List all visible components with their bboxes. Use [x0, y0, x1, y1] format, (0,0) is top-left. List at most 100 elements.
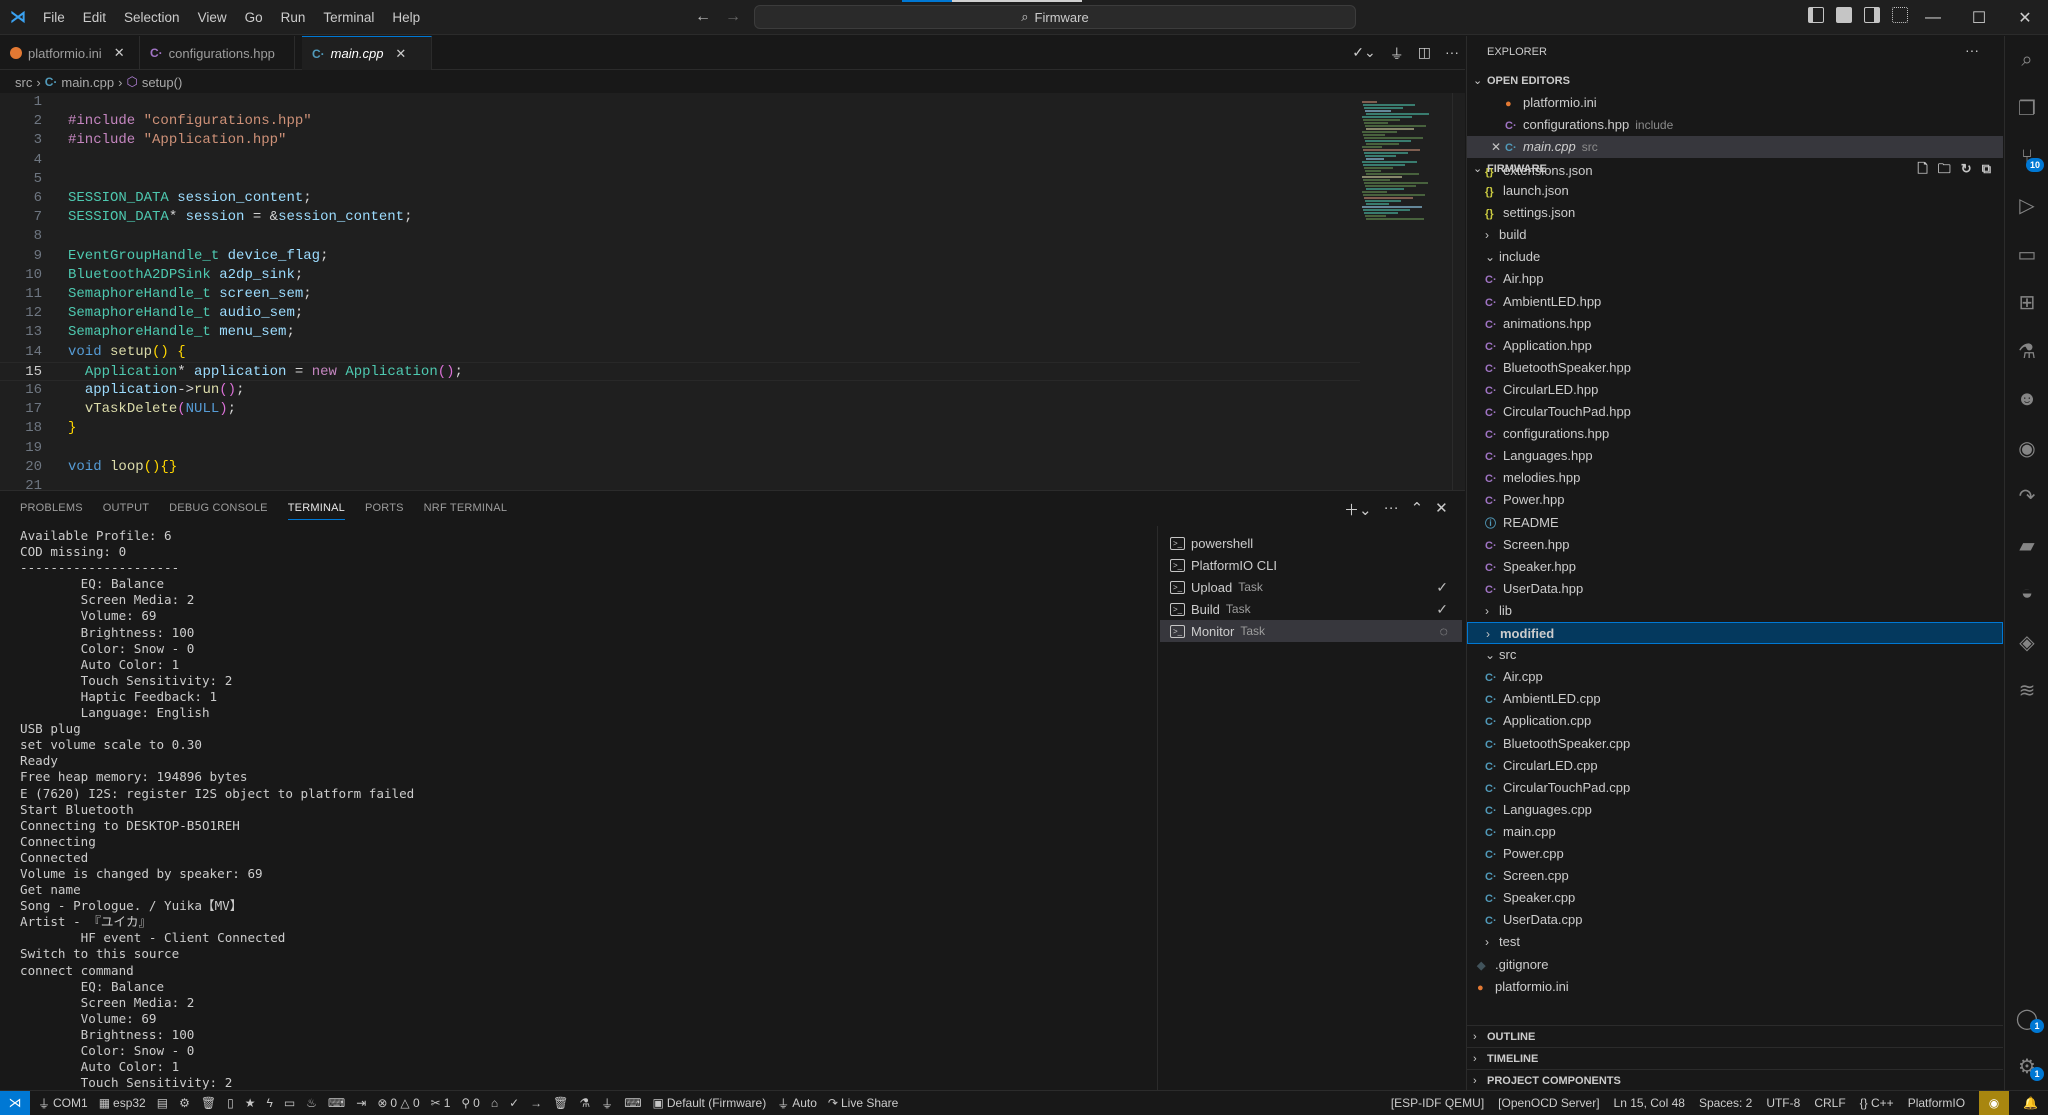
file-item[interactable]: C· configurations.hpp: [1467, 423, 2003, 445]
file-item[interactable]: C· BluetoothSpeaker.hpp: [1467, 357, 2003, 379]
status-item[interactable]: Ln 15, Col 48: [1614, 1096, 1685, 1110]
menu-view[interactable]: View: [189, 10, 236, 25]
code-line[interactable]: 9 EventGroupHandle_t device_flag;: [0, 247, 1360, 266]
file-item[interactable]: C· AmbientLED.hpp: [1467, 291, 2003, 313]
panel-tab-debug-console[interactable]: DEBUG CONSOLE: [159, 491, 278, 526]
code-line[interactable]: 15 Application* application = new Applic…: [0, 361, 1360, 381]
status-settings[interactable]: ⚙: [179, 1096, 190, 1110]
activity-source-control[interactable]: ⑂ 10: [2005, 135, 2048, 179]
menu-file[interactable]: File: [34, 10, 74, 25]
activity-accounts[interactable]: ◯ 1: [2005, 996, 2048, 1040]
menu-run[interactable]: Run: [272, 10, 315, 25]
activity-search[interactable]: ⌕: [2005, 38, 2048, 82]
status-import[interactable]: ⇥: [356, 1096, 366, 1110]
menu-selection[interactable]: Selection: [115, 10, 189, 25]
file-item[interactable]: C· AmbientLED.cpp: [1467, 688, 2003, 710]
status-folder[interactable]: ▤: [157, 1096, 168, 1110]
status-home[interactable]: ⌂: [491, 1096, 498, 1110]
terminal-item-build[interactable]: >_ Build Task ✓: [1160, 598, 1462, 620]
file-item[interactable]: C· Speaker.cpp: [1467, 887, 2003, 909]
maximize-icon[interactable]: ☐: [1956, 0, 2002, 35]
file-item[interactable]: C· Languages.cpp: [1467, 799, 2003, 821]
panel-tab-terminal[interactable]: TERMINAL: [278, 491, 355, 526]
file-item[interactable]: C· Power.hpp: [1467, 489, 2003, 511]
split-editor-icon[interactable]: ◫: [1418, 44, 1431, 64]
code-line[interactable]: 20 void loop(){}: [0, 458, 1360, 477]
status-build[interactable]: ✓: [509, 1096, 519, 1110]
more-actions-icon[interactable]: ···: [1965, 42, 1979, 58]
section-timeline[interactable]: › TIMELINE: [1467, 1047, 2003, 1069]
status-auto[interactable]: ⏚ Auto: [777, 1095, 817, 1112]
status-item[interactable]: PlatformIO: [1908, 1096, 1965, 1110]
folder-item[interactable]: › lib: [1467, 600, 2003, 622]
file-item[interactable]: C· CircularTouchPad.cpp: [1467, 777, 2003, 799]
file-item[interactable]: C· UserData.cpp: [1467, 909, 2003, 931]
status-tools[interactable]: ✂ 1: [431, 1096, 451, 1110]
status-bolt[interactable]: ϟ: [266, 1096, 272, 1110]
code-line[interactable]: 8: [0, 227, 1360, 246]
status-env[interactable]: ▣ Default (Firmware): [653, 1096, 767, 1110]
activity-explorer[interactable]: ❐: [2005, 87, 2048, 131]
notifications-button[interactable]: 🔔: [2023, 1096, 2048, 1110]
status-flash[interactable]: ▯: [227, 1096, 234, 1110]
close-icon[interactable]: ✕: [1491, 136, 1505, 158]
activity-esp-idf[interactable]: ◈: [2005, 620, 2048, 664]
code-line[interactable]: 16 application->run();: [0, 381, 1360, 400]
code-line[interactable]: 19: [0, 439, 1360, 458]
code-line[interactable]: 13 SemaphoreHandle_t menu_sem;: [0, 323, 1360, 342]
code-editor[interactable]: 1 2 #include "configurations.hpp" 3 #include…: [0, 93, 1465, 494]
activity-github[interactable]: ◉: [2005, 426, 2048, 470]
status-test[interactable]: ⚗: [579, 1096, 590, 1110]
minimap[interactable]: [1360, 93, 1450, 233]
panel-tab-ports[interactable]: PORTS: [355, 491, 414, 526]
tab-platformio-ini[interactable]: platformio.ini ✕: [0, 36, 140, 70]
code-line[interactable]: 5: [0, 170, 1360, 189]
code-line[interactable]: 3 #include "Application.hpp": [0, 131, 1360, 150]
tab-main-cpp[interactable]: C· main.cpp ✕: [302, 36, 432, 70]
file-item[interactable]: {} launch.json: [1467, 180, 2003, 202]
activity-docker[interactable]: ▰: [2005, 523, 2048, 567]
section-project-components[interactable]: › PROJECT COMPONENTS: [1467, 1069, 2003, 1091]
status-item[interactable]: {} C++: [1860, 1096, 1894, 1110]
file-item[interactable]: C· CircularLED.cpp: [1467, 755, 2003, 777]
folder-item[interactable]: › modified: [1467, 622, 2003, 644]
close-panel-icon[interactable]: ✕: [1435, 499, 1448, 520]
activity-live-share[interactable]: ↷: [2005, 475, 2048, 519]
code-line[interactable]: 6 SESSION_DATA session_content;: [0, 189, 1360, 208]
platformio-build-icon[interactable]: ✓⌄: [1352, 44, 1375, 64]
code-line[interactable]: 14 void setup() {: [0, 343, 1360, 362]
terminal-item-upload[interactable]: >_ Upload Task ✓: [1160, 576, 1462, 598]
status-board[interactable]: ▦ esp32: [99, 1096, 146, 1110]
file-item[interactable]: C· Speaker.hpp: [1467, 556, 2003, 578]
toggle-panel-icon[interactable]: [1836, 7, 1852, 23]
file-item[interactable]: {} settings.json: [1467, 202, 2003, 224]
file-item[interactable]: ⓘ README: [1467, 512, 2003, 534]
terminal-item-platformio-cli[interactable]: >_ PlatformIO CLI: [1160, 554, 1462, 576]
file-item[interactable]: {} extensions.json: [1467, 168, 2003, 180]
file-item[interactable]: C· main.cpp: [1467, 821, 2003, 843]
code-line[interactable]: 1: [0, 93, 1360, 112]
status-item[interactable]: CRLF: [1814, 1096, 1845, 1110]
more-actions-icon[interactable]: ···: [1384, 499, 1399, 520]
open-editors-header[interactable]: ⌄ OPEN EDITORS: [1467, 70, 2003, 92]
status-terminal[interactable]: ⌨: [328, 1096, 345, 1110]
close-tab-icon[interactable]: ✕: [114, 45, 125, 61]
folder-item[interactable]: ⌄ src: [1467, 644, 2003, 666]
breadcrumb-item[interactable]: setup(): [142, 75, 182, 90]
file-item[interactable]: C· UserData.hpp: [1467, 578, 2003, 600]
activity-manage[interactable]: ⚙ 1: [2005, 1044, 2048, 1088]
toggle-secondary-sidebar-icon[interactable]: [1864, 7, 1880, 23]
file-item[interactable]: C· Screen.hpp: [1467, 534, 2003, 556]
file-item[interactable]: C· Languages.hpp: [1467, 445, 2003, 467]
file-item[interactable]: C· CircularLED.hpp: [1467, 379, 2003, 401]
folder-item[interactable]: › build: [1467, 224, 2003, 246]
customize-layout-icon[interactable]: [1892, 7, 1908, 23]
remote-indicator-icon[interactable]: ⋊: [0, 1091, 30, 1115]
file-item[interactable]: C· Screen.cpp: [1467, 865, 2003, 887]
platformio-upload-icon[interactable]: ⏚: [1390, 44, 1404, 64]
file-item[interactable]: C· Application.cpp: [1467, 710, 2003, 732]
close-tab-icon[interactable]: ✕: [395, 46, 406, 62]
status-star[interactable]: ★: [245, 1096, 256, 1110]
code-line[interactable]: 11 SemaphoreHandle_t screen_sem;: [0, 285, 1360, 304]
terminal-output[interactable]: Available Profile: 6 COD missing: 0 ------…: [20, 528, 414, 1091]
